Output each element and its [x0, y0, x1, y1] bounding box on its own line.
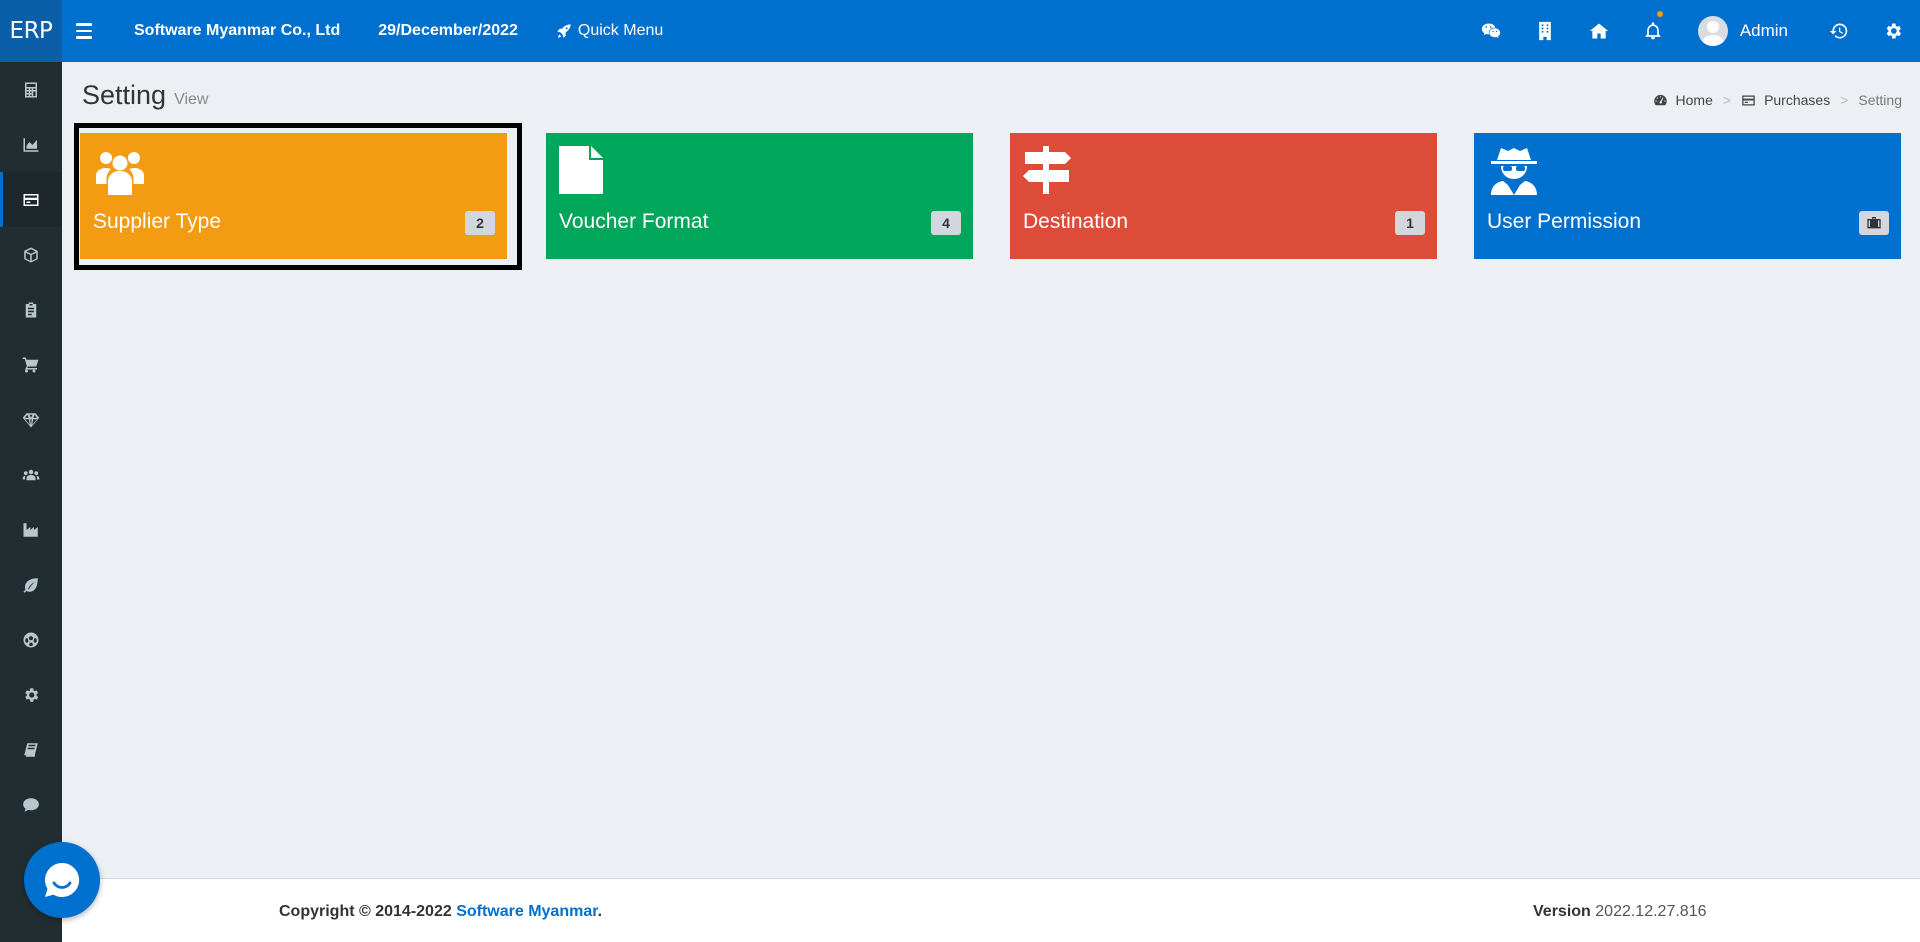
page-title: Setting View	[82, 80, 208, 111]
briefcase-icon	[1867, 217, 1881, 229]
breadcrumb-separator: >	[1840, 92, 1849, 108]
tile-count-badge: 2	[465, 211, 495, 235]
tile-count-badge: 1	[1395, 211, 1425, 235]
copyright-text: Copyright © 2014-2022 Software Myanmar.	[279, 903, 603, 920]
diamond-icon	[22, 412, 40, 427]
history-icon	[1829, 23, 1848, 39]
sidebar-item-customers[interactable]	[0, 447, 62, 502]
sidebar-item-purchases[interactable]	[0, 172, 62, 227]
notifications-button[interactable]	[1626, 0, 1680, 62]
credit-card-icon	[23, 193, 39, 206]
book-icon	[24, 742, 38, 757]
area-chart-icon	[23, 137, 39, 152]
tile-count-badge	[1859, 211, 1889, 235]
chat-bubble-icon	[44, 862, 80, 897]
footer: Copyright © 2014-2022 Software Myanmar. …	[62, 878, 1920, 942]
sidebar-item-reports[interactable]	[0, 282, 62, 337]
sidebar-item-books[interactable]	[0, 722, 62, 777]
breadcrumb-separator: >	[1722, 92, 1732, 108]
tile-label: Destination	[1023, 210, 1129, 233]
tile-destination[interactable]: Destination 1	[1010, 133, 1437, 259]
wechat-button[interactable]	[1464, 0, 1518, 62]
sidebar-item-sales[interactable]	[0, 337, 62, 392]
user-secret-icon	[1491, 148, 1537, 195]
sidebar-item-settings[interactable]	[0, 667, 62, 722]
version-label: Version	[1533, 903, 1591, 920]
version-number: 2022.12.27.816	[1595, 903, 1707, 920]
signpost-icon	[1023, 146, 1071, 194]
building-icon	[1538, 21, 1551, 41]
sidebar-item-calculator[interactable]	[0, 62, 62, 117]
settings-button[interactable]	[1866, 0, 1920, 62]
live-chat-button[interactable]	[24, 842, 100, 918]
tile-label: Supplier Type	[93, 210, 222, 233]
current-date: 29/December/2022	[378, 22, 518, 39]
page-subtitle: View	[174, 91, 209, 108]
comment-icon	[23, 797, 39, 812]
building-button[interactable]	[1518, 0, 1572, 62]
version-info: Version 2022.12.27.816	[1533, 903, 1706, 921]
tile-count-badge: 4	[931, 211, 961, 235]
avatar	[1697, 16, 1728, 46]
leaf-icon	[23, 577, 38, 593]
sidebar-item-products[interactable]	[0, 392, 62, 447]
bell-icon	[1645, 22, 1661, 40]
cube-icon	[24, 247, 38, 262]
breadcrumb-home[interactable]: Home	[1676, 92, 1713, 108]
quick-menu-button[interactable]: Quick Menu	[556, 22, 663, 40]
sidebar-toggle-button[interactable]	[76, 23, 120, 39]
sidebar-item-eco[interactable]	[0, 557, 62, 612]
gear-icon	[25, 687, 39, 702]
sidebar-item-inventory[interactable]	[0, 227, 62, 282]
users-icon	[22, 469, 40, 480]
company-link[interactable]: Software Myanmar	[456, 903, 597, 920]
tile-user-permission[interactable]: User Permission	[1474, 133, 1901, 259]
dashboard-icon	[1653, 94, 1667, 105]
home-button[interactable]	[1572, 0, 1626, 62]
breadcrumb-current: Setting	[1858, 92, 1902, 108]
tile-label: Voucher Format	[559, 210, 709, 233]
home-icon	[1589, 23, 1608, 39]
tile-voucher-format[interactable]: Voucher Format 4	[546, 133, 973, 259]
tile-label: User Permission	[1487, 210, 1642, 233]
soccer-ball-icon	[23, 632, 39, 647]
sidebar-item-messages[interactable]	[0, 777, 62, 832]
hamburger-icon	[76, 23, 92, 26]
app-logo[interactable]: ERP	[0, 0, 62, 62]
calculator-icon	[25, 82, 37, 97]
rocket-icon	[557, 24, 571, 38]
sidebar-item-manufacturing[interactable]	[0, 502, 62, 557]
company-name: Software Myanmar Co., Ltd	[134, 22, 341, 39]
user-name: Admin	[1739, 21, 1788, 40]
notification-indicator	[1656, 11, 1663, 17]
user-menu[interactable]: Admin	[1697, 16, 1788, 46]
file-icon	[559, 146, 603, 194]
cart-icon	[22, 357, 39, 373]
credit-card-icon	[1742, 95, 1755, 105]
breadcrumb: Home > Purchases > Setting	[1653, 92, 1902, 108]
page-title-text: Setting	[82, 80, 167, 110]
sidebar	[0, 62, 62, 942]
gear-icon	[1886, 23, 1901, 39]
history-button[interactable]	[1812, 0, 1866, 62]
sidebar-item-sports[interactable]	[0, 612, 62, 667]
wechat-icon	[1481, 23, 1500, 38]
tile-supplier-type[interactable]: Supplier Type 2	[80, 133, 507, 259]
breadcrumb-purchases[interactable]: Purchases	[1764, 92, 1830, 108]
top-navbar: ERP Software Myanmar Co., Ltd 29/Decembe…	[0, 0, 1920, 62]
industry-icon	[23, 522, 38, 537]
sidebar-item-charts[interactable]	[0, 117, 62, 172]
quick-menu-label: Quick Menu	[577, 22, 664, 39]
users-icon	[96, 152, 144, 195]
clipboard-icon	[25, 302, 37, 317]
